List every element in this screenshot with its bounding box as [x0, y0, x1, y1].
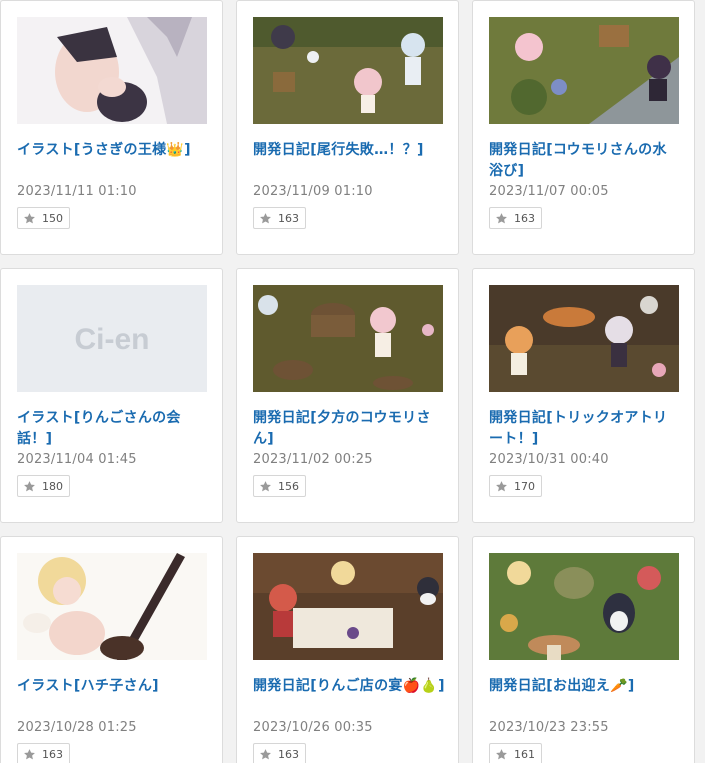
post-title[interactable]: 開発日記[トリックオアトリート！] — [489, 408, 681, 450]
post-date: 2023/10/23 23:55 — [489, 720, 609, 735]
post-title[interactable]: 開発日記[りんご店の宴🍎🍐] — [253, 676, 445, 697]
star-icon — [24, 480, 35, 491]
like-button[interactable]: 170 — [489, 475, 542, 497]
like-count: 161 — [514, 747, 535, 761]
post-card[interactable]: 開発日記[お出迎え🥕] 2023/10/23 23:55 161 — [472, 536, 695, 763]
like-count: 180 — [42, 479, 63, 493]
post-grid: イラスト[うさぎの王様👑] 2023/11/11 01:10 150 開発日記[… — [0, 0, 705, 763]
like-count: 156 — [278, 479, 299, 493]
post-card[interactable]: 開発日記[コウモリさんの水浴び] 2023/11/07 00:05 163 — [472, 0, 695, 255]
like-count: 163 — [278, 211, 299, 225]
post-card[interactable]: 開発日記[トリックオアトリート！] 2023/10/31 00:40 170 — [472, 268, 695, 523]
post-thumbnail[interactable] — [253, 285, 443, 392]
post-title[interactable]: イラスト[りんごさんの会話！] — [17, 408, 209, 450]
post-card[interactable]: イラスト[ハチ子さん] 2023/10/28 01:25 163 — [0, 536, 223, 763]
post-title[interactable]: イラスト[ハチ子さん] — [17, 676, 209, 697]
post-thumbnail[interactable]: Ci-en — [17, 285, 207, 392]
star-icon — [496, 748, 507, 759]
like-button[interactable]: 150 — [17, 207, 70, 229]
post-thumbnail[interactable] — [253, 17, 443, 124]
post-card[interactable]: 開発日記[尾行失敗…！？] 2023/11/09 01:10 163 — [236, 0, 459, 255]
post-card[interactable]: Ci-en イラスト[りんごさんの会話！] 2023/11/04 01:45 1… — [0, 268, 223, 523]
like-count: 163 — [514, 211, 535, 225]
star-icon — [260, 480, 271, 491]
post-thumbnail[interactable] — [489, 553, 679, 660]
like-button[interactable]: 163 — [253, 743, 306, 763]
post-thumbnail[interactable] — [489, 17, 679, 124]
post-date: 2023/10/31 00:40 — [489, 452, 609, 467]
like-button[interactable]: 163 — [17, 743, 70, 763]
post-date: 2023/11/04 01:45 — [17, 452, 137, 467]
like-button[interactable]: 156 — [253, 475, 306, 497]
post-title[interactable]: 開発日記[コウモリさんの水浴び] — [489, 140, 681, 182]
like-button[interactable]: 163 — [253, 207, 306, 229]
star-icon — [260, 212, 271, 223]
like-count: 163 — [278, 747, 299, 761]
post-date: 2023/11/09 01:10 — [253, 184, 373, 199]
like-button[interactable]: 161 — [489, 743, 542, 763]
like-button[interactable]: 163 — [489, 207, 542, 229]
post-title[interactable]: 開発日記[お出迎え🥕] — [489, 676, 681, 697]
post-card[interactable]: 開発日記[りんご店の宴🍎🍐] 2023/10/26 00:35 163 — [236, 536, 459, 763]
star-icon — [496, 480, 507, 491]
star-icon — [260, 748, 271, 759]
post-date: 2023/11/02 00:25 — [253, 452, 373, 467]
post-title[interactable]: イラスト[うさぎの王様👑] — [17, 140, 209, 161]
post-date: 2023/11/07 00:05 — [489, 184, 609, 199]
like-button[interactable]: 180 — [17, 475, 70, 497]
post-title[interactable]: 開発日記[尾行失敗…！？] — [253, 140, 445, 161]
post-thumbnail[interactable] — [17, 553, 207, 660]
post-card[interactable]: 開発日記[夕方のコウモリさん] 2023/11/02 00:25 156 — [236, 268, 459, 523]
like-count: 150 — [42, 211, 63, 225]
post-thumbnail[interactable] — [489, 285, 679, 392]
post-title[interactable]: 開発日記[夕方のコウモリさん] — [253, 408, 445, 450]
post-card[interactable]: イラスト[うさぎの王様👑] 2023/11/11 01:10 150 — [0, 0, 223, 255]
star-icon — [496, 212, 507, 223]
post-date: 2023/11/11 01:10 — [17, 184, 137, 199]
like-count: 163 — [42, 747, 63, 761]
post-thumbnail[interactable] — [253, 553, 443, 660]
post-thumbnail[interactable] — [17, 17, 207, 124]
post-date: 2023/10/28 01:25 — [17, 720, 137, 735]
post-date: 2023/10/26 00:35 — [253, 720, 373, 735]
like-count: 170 — [514, 479, 535, 493]
star-icon — [24, 212, 35, 223]
star-icon — [24, 748, 35, 759]
ci-en-placeholder-text: Ci-en — [75, 323, 150, 356]
